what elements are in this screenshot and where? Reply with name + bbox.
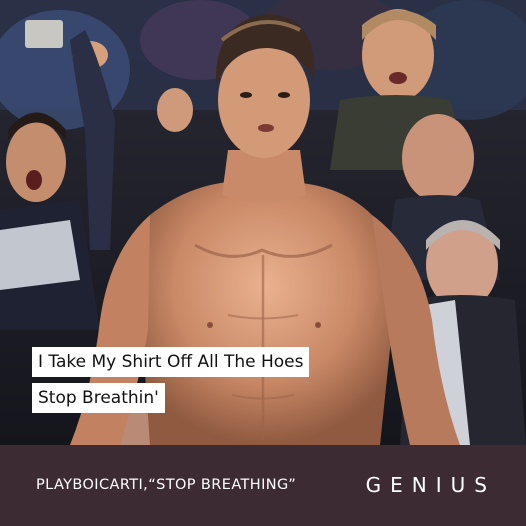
photo-illustration [0,0,526,445]
phone-icon [25,20,63,48]
stadium-photo [0,0,526,445]
spectator-left [6,122,66,202]
lyric-line-1: I Take My Shirt Off All The Hoes [32,347,310,377]
genius-logo: GENIUS [365,473,496,497]
spectator-right [402,114,474,202]
lyric-line-2: Stop Breathin' [32,383,165,413]
lyric-card: I Take My Shirt Off All The Hoes Stop Br… [0,0,526,526]
song-credit: PLAYBOICARTI,“STOP BREATHING” [36,477,297,493]
footer-bar: PLAYBOICARTI,“STOP BREATHING” GENIUS [0,445,526,526]
